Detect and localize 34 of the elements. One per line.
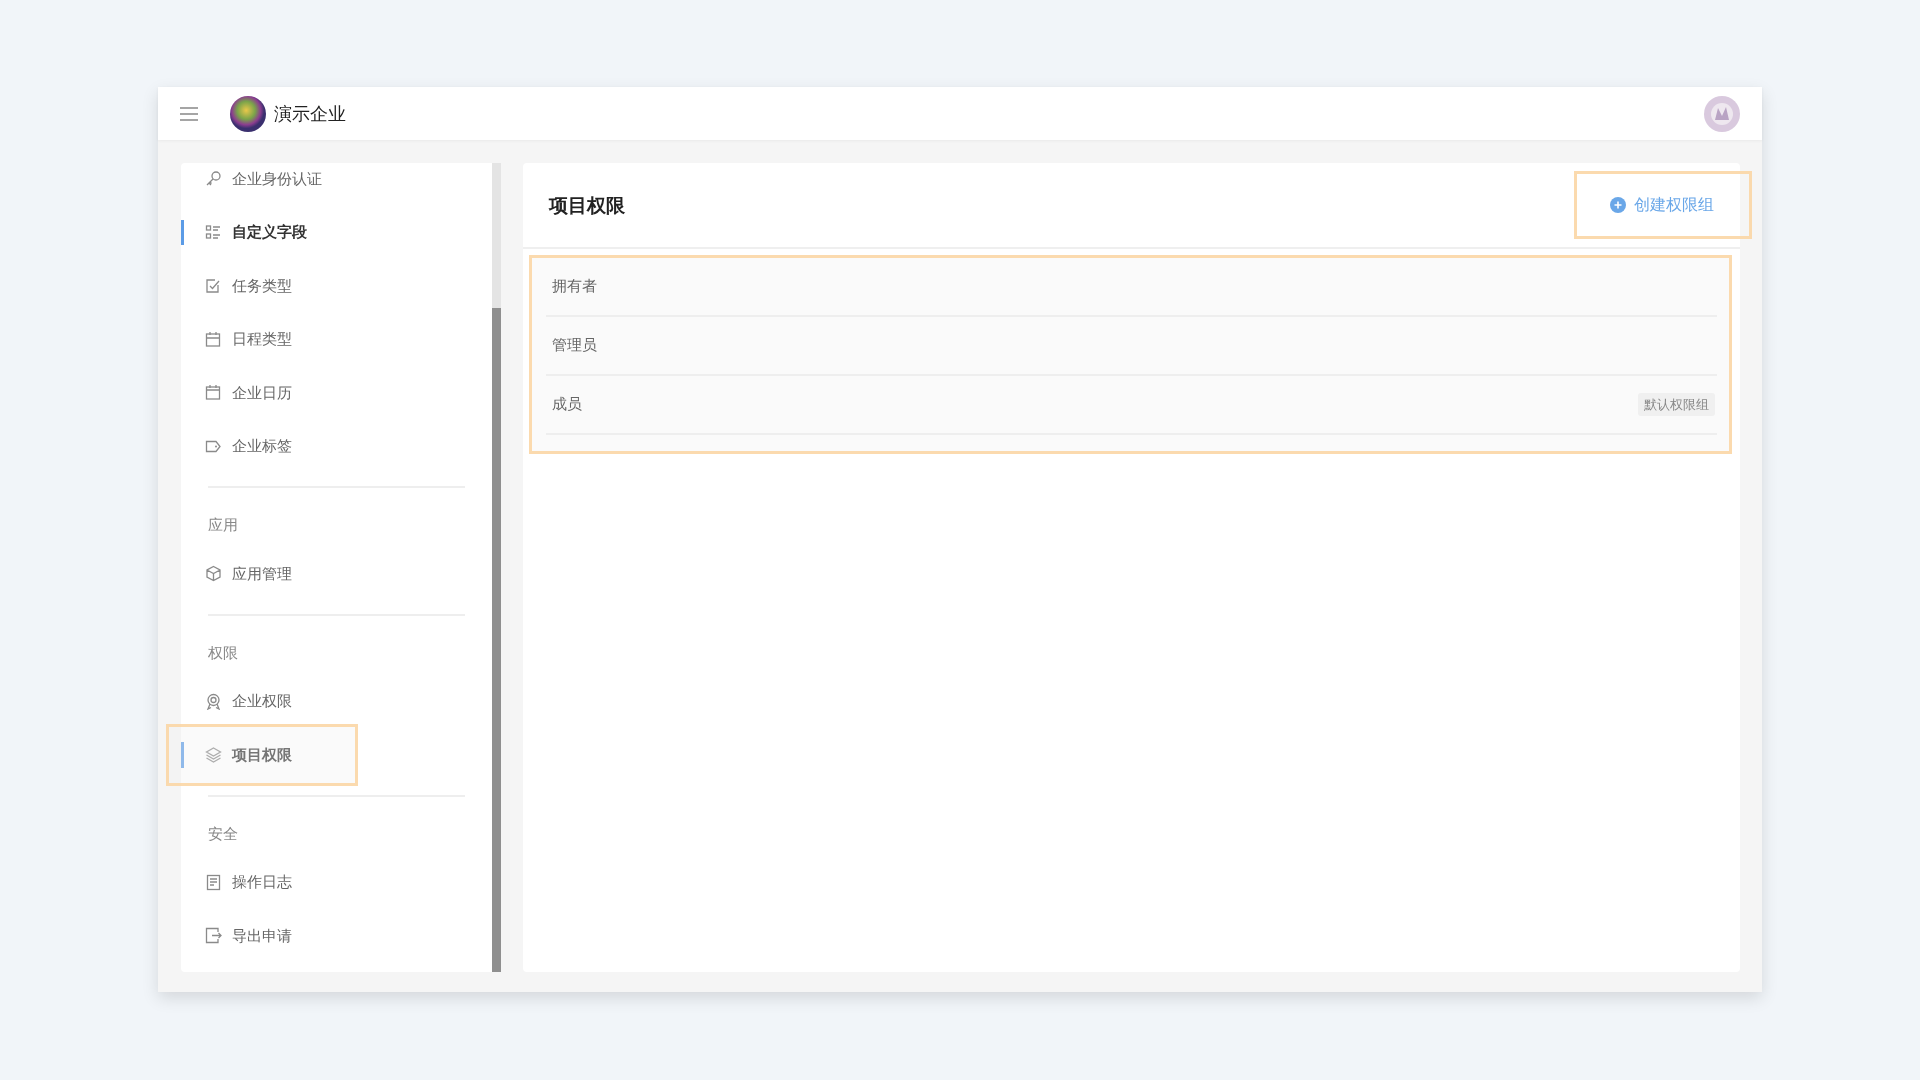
sidebar-item[interactable]: 任务类型 [181, 259, 492, 313]
sidebar-item[interactable]: 应用管理 [181, 547, 492, 601]
section-title: 权限 [207, 642, 239, 664]
group-name[interactable]: 拥有者 [552, 275, 597, 298]
document-icon [205, 873, 222, 891]
default-tag: 默认权限组 [1638, 392, 1715, 417]
sidebar-item[interactable]: 项目权限 [181, 728, 492, 782]
cube-icon [205, 565, 222, 583]
section-title: 安全 [207, 823, 239, 845]
page-title: 项目权限 [549, 192, 625, 218]
group-name[interactable]: 成员 [552, 393, 582, 416]
sidebar-item[interactable]: 企业标签 [181, 419, 492, 473]
section-title: 应用 [207, 515, 239, 536]
calendar-icon [205, 384, 222, 402]
menu-icon[interactable] [180, 106, 198, 121]
calendar-icon [205, 330, 222, 348]
plus-circle-icon [1610, 197, 1626, 213]
sidebar-item[interactable]: 日程类型 [181, 312, 492, 366]
group-name[interactable]: 管理员 [552, 334, 597, 357]
key-icon [205, 170, 222, 188]
layers-icon [205, 746, 222, 764]
checkbox-icon [205, 277, 222, 295]
sidebar-item[interactable]: 操作日志 [181, 855, 492, 909]
company-name: 演示企业 [274, 102, 346, 126]
sidebar-item[interactable]: 企业权限 [181, 674, 492, 728]
sidebar-item[interactable]: 自定义字段 [181, 205, 492, 259]
badge-icon [205, 692, 222, 710]
sidebar-item[interactable]: 企业日历 [181, 366, 492, 420]
user-avatar[interactable] [1704, 95, 1740, 132]
export-icon [205, 927, 222, 945]
scrollbar[interactable] [492, 163, 501, 972]
sidebar-item[interactable]: 企业身份认证 [181, 152, 492, 206]
sidebar-item[interactable]: 导出申请 [181, 909, 492, 963]
list-icon [205, 223, 222, 241]
